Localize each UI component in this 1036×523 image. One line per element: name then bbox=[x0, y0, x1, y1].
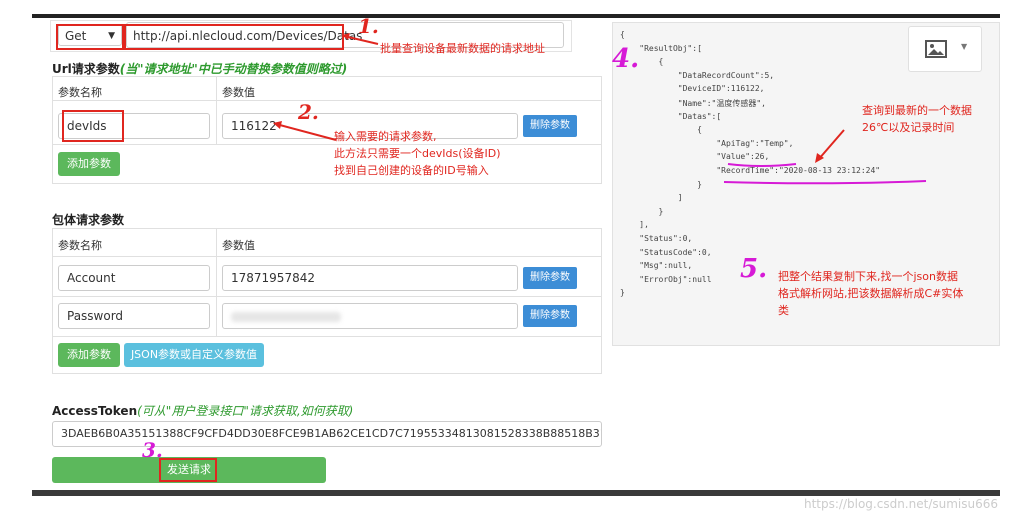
devids-highlight-box bbox=[62, 110, 124, 142]
body-param-value-value: 17871957842 bbox=[231, 271, 315, 285]
image-icon bbox=[925, 40, 947, 58]
table-divider bbox=[52, 296, 602, 297]
access-token-title: AccessToken bbox=[52, 404, 138, 418]
send-highlight-box bbox=[159, 458, 217, 482]
json-line: ] bbox=[620, 193, 683, 203]
url-delete-param-button[interactable]: 删除参数 bbox=[523, 115, 577, 137]
table-divider bbox=[52, 336, 602, 337]
body-param-name-input[interactable]: Account bbox=[58, 265, 210, 291]
table-divider bbox=[52, 100, 602, 101]
annotation-5-line2: 格式解析网站,把该数据解析成C#实体 bbox=[778, 287, 964, 300]
annotation-5-line3: 类 bbox=[778, 304, 789, 317]
body-param-name-value: Account bbox=[67, 271, 116, 285]
step-number-4: 4. bbox=[612, 44, 640, 74]
json-line: "DataRecordCount":5, bbox=[620, 70, 775, 80]
url-col-name-header: 参数名称 bbox=[58, 86, 102, 99]
annotation-4-line2: 26℃以及记录时间 bbox=[862, 121, 955, 134]
annotation-2-line3: 找到自己创建的设备的ID号输入 bbox=[334, 164, 489, 177]
bottom-border bbox=[32, 490, 1000, 496]
arrow-4 bbox=[815, 129, 845, 163]
body-param-name-input[interactable]: Password bbox=[58, 303, 210, 329]
table-divider bbox=[216, 228, 217, 336]
body-delete-param-button[interactable]: 删除参数 bbox=[523, 305, 577, 327]
annotation-1-text: 批量查询设备最新数据的请求地址 bbox=[380, 42, 545, 55]
body-add-param-button[interactable]: 添加参数 bbox=[58, 343, 120, 367]
json-line: "DeviceID":116122, bbox=[620, 84, 765, 94]
json-line: "Datas":[ bbox=[620, 111, 722, 121]
top-border bbox=[32, 14, 1000, 18]
step-number-3: 3. bbox=[142, 438, 163, 462]
method-highlight-box bbox=[56, 24, 126, 50]
body-param-name-value: Password bbox=[67, 309, 124, 323]
json-line: "Name":"温度传感器", bbox=[620, 98, 766, 108]
url-highlight-box bbox=[122, 24, 344, 50]
json-line: { bbox=[620, 57, 664, 67]
annotation-2-line1: 输入需要的请求参数, bbox=[334, 130, 437, 143]
image-button[interactable]: ▼ bbox=[908, 26, 982, 72]
table-divider bbox=[216, 76, 217, 144]
step-number-5: 5. bbox=[740, 254, 768, 284]
body-params-title: 包体请求参数 bbox=[52, 213, 125, 227]
json-line: "ResultObj":[ bbox=[620, 43, 702, 53]
url-params-note: (当"请求地址"中已手动替换参数值则略过) bbox=[119, 62, 348, 76]
url-params-title: Url请求参数 bbox=[52, 62, 120, 76]
body-delete-param-button[interactable]: 删除参数 bbox=[523, 267, 577, 289]
arrow-2 bbox=[273, 121, 337, 141]
body-param-value-input[interactable]: 17871957842 bbox=[222, 265, 518, 291]
arrow-1 bbox=[342, 33, 379, 45]
json-line: } bbox=[620, 206, 664, 216]
table-divider bbox=[52, 256, 602, 257]
chevron-down-icon: ▼ bbox=[961, 42, 968, 51]
access-token-input[interactable]: 3DAEB6B0A35151388CF9CFD4DD30E8FCE9B1AB62… bbox=[52, 421, 602, 447]
annotation-2-line2: 此方法只需要一个devIds(设备ID) bbox=[334, 147, 501, 160]
json-line: { bbox=[620, 30, 625, 39]
password-value-input[interactable] bbox=[222, 303, 518, 329]
url-col-value-header: 参数值 bbox=[222, 86, 255, 99]
access-token-note: (可从"用户登录接口"请求获取,如何获取) bbox=[137, 404, 354, 418]
json-line: "Status":0, bbox=[620, 233, 693, 243]
json-line: ], bbox=[620, 220, 649, 230]
watermark-text: https://blog.csdn.net/sumisu666 bbox=[804, 497, 999, 511]
body-col-value-header: 参数值 bbox=[222, 239, 255, 252]
body-col-name-header: 参数名称 bbox=[58, 239, 102, 252]
annotation-5-line1: 把整个结果复制下来,找一个json数据 bbox=[778, 270, 958, 283]
json-params-button[interactable]: JSON参数或自定义参数值 bbox=[124, 343, 264, 367]
blurred-password bbox=[231, 312, 341, 322]
url-add-param-button[interactable]: 添加参数 bbox=[58, 152, 120, 176]
annotation-4-line1: 查询到最新的一个数据 bbox=[862, 104, 972, 117]
